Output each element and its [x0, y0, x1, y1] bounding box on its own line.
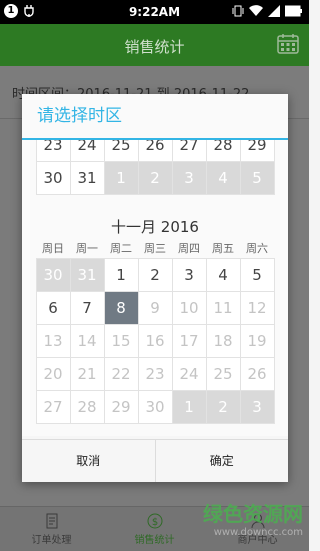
- day-cell[interactable]: 2: [137, 257, 173, 292]
- signal-icon: [268, 5, 280, 17]
- battery-icon: [285, 5, 302, 17]
- selected-day-cell[interactable]: 8: [103, 290, 139, 325]
- day-cell[interactable]: 4: [205, 257, 241, 292]
- day-cell[interactable]: 4: [205, 160, 241, 195]
- day-cell[interactable]: 10: [171, 290, 207, 325]
- day-cell[interactable]: 21: [69, 356, 105, 391]
- tab-label: 订单处理: [31, 535, 72, 546]
- day-cell[interactable]: 5: [239, 160, 275, 195]
- watermark: 绿色资源网 www.downcc.com: [203, 498, 303, 538]
- day-cell[interactable]: 17: [171, 323, 207, 358]
- day-cell[interactable]: 1: [171, 389, 207, 424]
- day-cell[interactable]: 6: [35, 290, 71, 325]
- vibrate-icon: [232, 5, 244, 17]
- day-cell[interactable]: 27: [171, 140, 207, 162]
- dialog-buttons: 取消 确定: [22, 439, 288, 482]
- wifi-icon: [249, 5, 263, 17]
- day-cell[interactable]: 3: [171, 257, 207, 292]
- day-cell[interactable]: 3: [239, 389, 275, 424]
- calendar-scroll-area[interactable]: 23 24 25 26 27 28 29 30 31 1 2 3 4 5 十一月 2016 周日 周一 周二周…: [22, 140, 288, 436]
- app-header: 销售统计: [0, 24, 309, 66]
- day-cell[interactable]: 29: [239, 140, 275, 162]
- day-cell[interactable]: 28: [69, 389, 105, 424]
- weekday-label: 周日: [42, 242, 64, 255]
- day-cell[interactable]: 1: [103, 257, 139, 292]
- day-cell[interactable]: 23: [35, 140, 71, 162]
- tab-sales-stats[interactable]: $ 销售统计: [103, 507, 206, 551]
- day-cell[interactable]: 19: [239, 323, 275, 358]
- calendar-icon[interactable]: [277, 34, 299, 54]
- weekday-label: 周六: [246, 242, 268, 255]
- day-cell[interactable]: 25: [205, 356, 241, 391]
- day-cell[interactable]: 2: [205, 389, 241, 424]
- weekday-label: 周一: [76, 242, 98, 255]
- confirm-button[interactable]: 确定: [154, 440, 289, 482]
- day-cell[interactable]: 31: [69, 160, 105, 195]
- tab-label: 销售统计: [134, 535, 175, 546]
- weekday-header: 周日 周一 周二 周三 周四 周五 周六: [36, 240, 274, 256]
- day-cell[interactable]: 13: [35, 323, 71, 358]
- svg-text:$: $: [151, 517, 157, 528]
- dollar-icon: $: [147, 513, 162, 529]
- weekday-label: 周二: [110, 242, 132, 255]
- tab-orders[interactable]: 订单处理: [0, 507, 103, 551]
- day-cell[interactable]: 24: [69, 140, 105, 162]
- month-grid: 30 31 1 2 3 4 5 6 7 8 9 10 11 12 13 14 15 16 17 18 19 20 21 22 2…: [35, 257, 275, 424]
- day-cell[interactable]: 22: [103, 356, 139, 391]
- day-cell[interactable]: 5: [239, 257, 275, 292]
- day-cell[interactable]: 31: [69, 257, 105, 292]
- watermark-url: www.downcc.com: [213, 527, 303, 538]
- date-picker-dialog: 请选择时区 23 24 25 26 27 28 29 30 31 1 2 3 4 5 十一月 2016 周…: [22, 94, 288, 482]
- day-cell[interactable]: 28: [205, 140, 241, 162]
- day-cell[interactable]: 11: [205, 290, 241, 325]
- day-cell[interactable]: 26: [137, 140, 173, 162]
- day-cell[interactable]: 24: [171, 356, 207, 391]
- watermark-text: 绿色资源网: [203, 502, 303, 526]
- prev-month-grid: 23 24 25 26 27 28 29 30 31 1 2 3 4 5: [35, 140, 275, 195]
- day-cell[interactable]: 30: [137, 389, 173, 424]
- day-cell[interactable]: 9: [137, 290, 173, 325]
- day-cell[interactable]: 23: [137, 356, 173, 391]
- day-cell[interactable]: 29: [103, 389, 139, 424]
- weekday-label: 周五: [212, 242, 234, 255]
- weekday-label: 周四: [178, 242, 200, 255]
- day-cell[interactable]: 16: [137, 323, 173, 358]
- day-cell[interactable]: 3: [171, 160, 207, 195]
- day-cell[interactable]: 30: [35, 160, 71, 195]
- order-icon: [46, 513, 57, 529]
- dialog-title: 请选择时区: [22, 94, 288, 140]
- day-cell[interactable]: 2: [137, 160, 173, 195]
- day-cell[interactable]: 14: [69, 323, 105, 358]
- day-cell[interactable]: 20: [35, 356, 71, 391]
- weekday-label: 周三: [144, 242, 166, 255]
- cancel-button[interactable]: 取消: [22, 440, 155, 482]
- day-cell[interactable]: 27: [35, 389, 71, 424]
- page-title: 销售统计: [124, 38, 185, 56]
- day-cell[interactable]: 12: [239, 290, 275, 325]
- day-cell[interactable]: 15: [103, 323, 139, 358]
- day-cell[interactable]: 25: [103, 140, 139, 162]
- day-cell[interactable]: 7: [69, 290, 105, 325]
- day-cell[interactable]: 26: [239, 356, 275, 391]
- day-cell[interactable]: 30: [35, 257, 71, 292]
- day-cell[interactable]: 18: [205, 323, 241, 358]
- day-cell[interactable]: 1: [103, 160, 139, 195]
- month-title: 十一月 2016: [111, 218, 199, 236]
- status-bar: 1 9:22AM: [0, 0, 309, 24]
